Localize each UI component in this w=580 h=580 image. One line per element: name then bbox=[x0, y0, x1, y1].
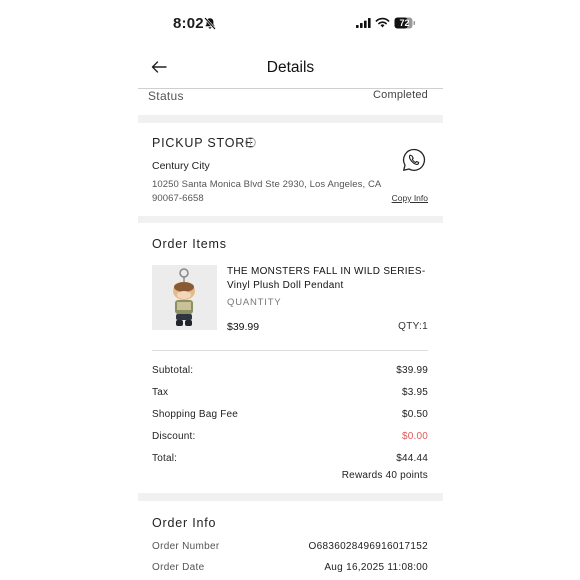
order-number-value[interactable]: O6836028496916017152 bbox=[309, 541, 428, 552]
nav-bar: Details bbox=[138, 46, 443, 89]
pickup-store-section: PICKUP STORE Century City 10250 Santa Mo… bbox=[138, 123, 443, 216]
quantity-label: QUANTITY bbox=[227, 297, 282, 308]
tax-value: $3.95 bbox=[401, 387, 428, 398]
status-section: Status Completed bbox=[138, 89, 443, 115]
battery-level: 72 bbox=[399, 17, 410, 28]
bag-fee-value: $0.50 bbox=[401, 409, 428, 420]
store-address: 10250 Santa Monica Blvd Ste 2930, Los An… bbox=[152, 179, 381, 204]
status-label: Status bbox=[148, 89, 184, 103]
copy-info-link[interactable]: Copy Info bbox=[392, 193, 428, 203]
product-quantity: QTY:1 bbox=[398, 321, 428, 332]
product-price: $39.99 bbox=[227, 321, 260, 333]
wifi-icon bbox=[375, 17, 390, 28]
order-items-section: Order Items THE MONSTERS FALL IN WILD SE… bbox=[138, 223, 443, 493]
order-items-title: Order Items bbox=[152, 237, 227, 251]
product-image[interactable] bbox=[152, 265, 217, 330]
subtotal-value: $39.99 bbox=[396, 365, 428, 376]
order-date-label: Order Date bbox=[152, 562, 205, 573]
pickup-store-title: PICKUP STORE bbox=[152, 136, 255, 150]
bag-fee-label: Shopping Bag Fee bbox=[152, 409, 239, 420]
subtotal-label: Subtotal: bbox=[152, 365, 194, 376]
order-number-label: Order Number bbox=[152, 541, 220, 552]
product-name[interactable]: THE MONSTERS FALL IN WILD SERIES-Vinyl P… bbox=[227, 265, 432, 293]
status-bar: 8:02 72 bbox=[138, 0, 443, 46]
divider bbox=[152, 350, 428, 351]
order-date-value: Aug 16,2025 11:08:00 bbox=[324, 562, 428, 573]
page-title: Details bbox=[266, 59, 315, 76]
bell-muted-icon bbox=[204, 17, 216, 30]
info-icon[interactable] bbox=[245, 137, 256, 148]
discount-value: $0.00 bbox=[401, 431, 428, 442]
order-info-title: Order Info bbox=[152, 516, 217, 530]
total-value: $44.44 bbox=[396, 453, 428, 464]
clock-time: 8:02 bbox=[173, 15, 204, 32]
order-info-section: Order Info Order Number O683602849691601… bbox=[138, 501, 443, 580]
whatsapp-phone-icon[interactable] bbox=[402, 148, 426, 172]
store-name: Century City bbox=[152, 160, 210, 172]
cellular-signal-icon bbox=[356, 18, 371, 28]
tax-label: Tax bbox=[152, 387, 169, 398]
status-value: Completed bbox=[373, 89, 428, 101]
discount-label: Discount: bbox=[152, 431, 196, 442]
phone-screen: 8:02 72 Details Status Completed PICKUP … bbox=[138, 0, 443, 580]
rewards-points: Rewards 40 points bbox=[341, 470, 428, 481]
total-label: Total: bbox=[152, 453, 178, 464]
plush-doll-illustration bbox=[173, 268, 195, 326]
